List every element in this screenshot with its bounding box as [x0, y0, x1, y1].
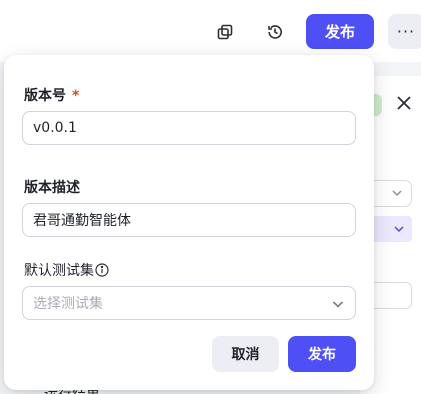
- history-icon[interactable]: [261, 18, 289, 46]
- publish-dialog: 版本号 * v0.0.1 版本描述 君哥通勤智能体 默认测试集 选择测试集 取消 …: [4, 55, 374, 390]
- version-label: 版本号 *: [24, 85, 79, 105]
- chevron-down-icon: [392, 190, 402, 197]
- testset-select[interactable]: 选择测试集: [22, 286, 356, 320]
- more-options-button[interactable]: ···: [388, 14, 421, 49]
- version-input[interactable]: v0.0.1: [22, 111, 356, 145]
- confirm-publish-button[interactable]: 发布: [288, 336, 356, 372]
- panel-dropdown[interactable]: [370, 216, 412, 242]
- cancel-button[interactable]: 取消: [212, 336, 279, 372]
- testset-label: 默认测试集: [24, 260, 109, 280]
- info-icon[interactable]: [95, 263, 109, 277]
- description-input[interactable]: 君哥通勤智能体: [22, 203, 356, 237]
- chevron-down-icon: [394, 226, 404, 233]
- close-icon[interactable]: [393, 92, 415, 114]
- description-label: 版本描述: [24, 180, 80, 196]
- testset-label-text: 默认测试集: [24, 263, 94, 279]
- copy-icon[interactable]: [211, 18, 239, 46]
- version-label-text: 版本号: [24, 88, 66, 104]
- chevron-down-icon: [332, 301, 344, 308]
- publish-button[interactable]: 发布: [306, 14, 374, 49]
- testset-placeholder: 选择测试集: [33, 296, 103, 312]
- required-mark: *: [72, 88, 80, 104]
- top-toolbar: 发布 ···: [0, 0, 421, 62]
